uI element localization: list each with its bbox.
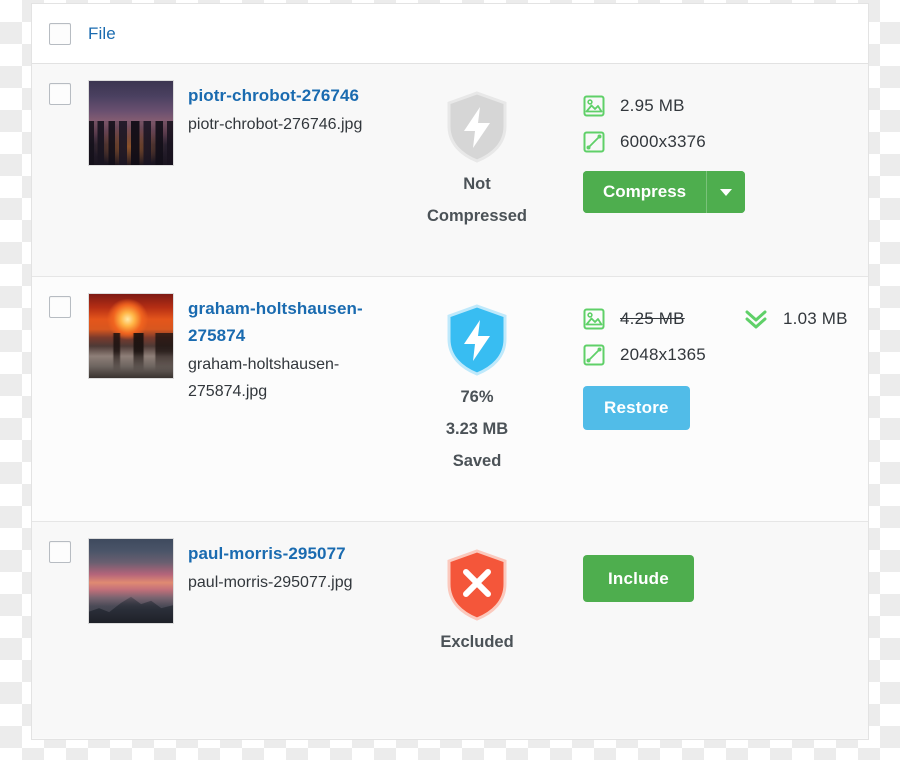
compress-split-button: Compress (583, 171, 746, 213)
chevron-down-icon (720, 188, 733, 196)
status-cell: Excluded (388, 522, 566, 654)
meta-dimensions-value: 6000x3376 (620, 131, 706, 151)
table-header: File (32, 4, 868, 64)
include-button[interactable]: Include (583, 555, 694, 602)
new-filesize-group: 1.03 MB (743, 304, 848, 333)
status-saved-size: 3.23 MB (445, 420, 509, 438)
thumbnail-image[interactable] (88, 293, 174, 379)
row-checkbox[interactable] (49, 296, 71, 318)
status-label: Excluded (440, 633, 514, 651)
table-row: graham-holtshausen-275874 graham-holtsha… (32, 277, 868, 522)
dimensions-icon (583, 344, 605, 365)
actions-cell: 4.25 MB 2048x1365 1.03 MB Restore (566, 277, 868, 430)
row-select-cell (32, 64, 88, 105)
compress-button[interactable]: Compress (583, 171, 707, 213)
restore-button[interactable]: Restore (583, 386, 690, 430)
select-all-cell (32, 22, 88, 45)
status-label-line-1: Not (463, 175, 491, 193)
actions-cell: 2.95 MB 6000x3376 Compress (566, 64, 868, 213)
meta-dimensions: 6000x3376 (583, 127, 868, 156)
meta-dimensions-value: 2048x1365 (620, 344, 706, 364)
column-header-file[interactable]: File (88, 24, 116, 44)
thumbnail-image[interactable] (88, 538, 174, 624)
double-chevron-down-icon (745, 310, 767, 328)
status-cell: Not Compressed (388, 64, 566, 228)
compress-dropdown-toggle[interactable] (707, 171, 746, 213)
file-cell: paul-morris-295077 paul-morris-295077.jp… (88, 522, 388, 624)
media-library-panel: File piotr-chrobot-276746 piotr-chrobot-… (31, 3, 869, 740)
shield-bolt-gray-icon (447, 91, 507, 163)
image-size-icon (583, 308, 605, 329)
status-saved-label: Saved (452, 452, 502, 470)
thumbnail-image[interactable] (88, 80, 174, 166)
status-percent: 76% (460, 388, 494, 406)
dimensions-icon (583, 131, 605, 152)
meta-original-filesize-value: 4.25 MB (620, 308, 685, 328)
image-size-icon (583, 95, 605, 116)
file-cell: piotr-chrobot-276746 piotr-chrobot-27674… (88, 64, 388, 166)
shield-x-red-icon (447, 549, 507, 621)
row-checkbox[interactable] (49, 83, 71, 105)
row-select-cell (32, 522, 88, 563)
file-cell: graham-holtshausen-275874 graham-holtsha… (88, 277, 388, 405)
row-select-cell (32, 277, 88, 318)
meta-dimensions: 2048x1365 (583, 340, 868, 369)
meta-filesize: 2.95 MB (583, 91, 868, 120)
meta-filesize-value: 2.95 MB (620, 95, 685, 115)
new-filesize-value: 1.03 MB (783, 308, 848, 328)
status-label-line-2: Compressed (427, 207, 527, 225)
shield-bolt-blue-icon (447, 304, 507, 376)
actions-cell: Include (566, 522, 868, 602)
table-row: piotr-chrobot-276746 piotr-chrobot-27674… (32, 64, 868, 277)
row-checkbox[interactable] (49, 541, 71, 563)
select-all-checkbox[interactable] (49, 22, 71, 45)
table-row: paul-morris-295077 paul-morris-295077.jp… (32, 522, 868, 738)
status-cell: 76% 3.23 MB Saved (388, 277, 566, 473)
